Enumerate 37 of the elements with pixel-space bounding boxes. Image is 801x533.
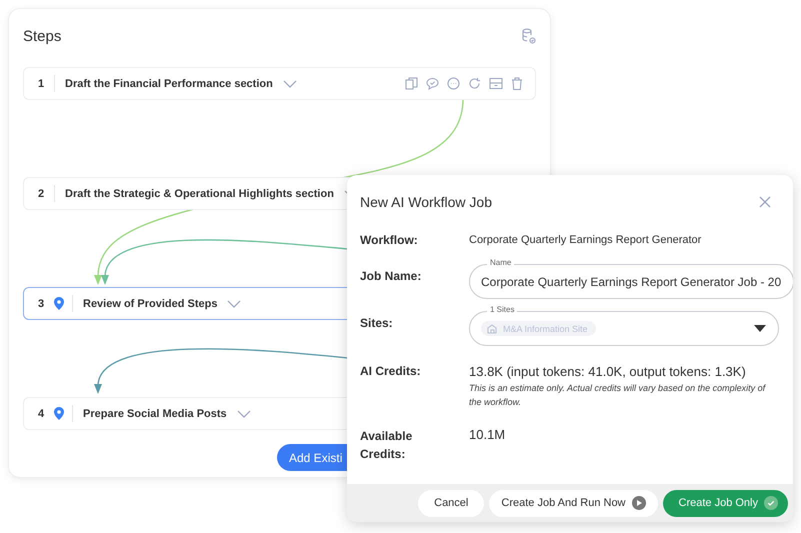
step-number: 4 xyxy=(38,408,46,420)
trash-icon[interactable] xyxy=(511,77,523,90)
step-title: Prepare Social Media Posts xyxy=(83,408,227,420)
chevron-icon[interactable] xyxy=(282,80,297,88)
step-title: Review of Provided Steps xyxy=(83,298,218,310)
more-icon[interactable] xyxy=(447,77,460,90)
play-icon xyxy=(632,496,646,510)
chevron-icon[interactable] xyxy=(227,300,242,308)
site-icon xyxy=(487,323,498,334)
workflow-value: Corporate Quarterly Earnings Report Generator xyxy=(469,234,702,246)
archive-icon[interactable] xyxy=(489,77,503,90)
field-label: Job Name: xyxy=(360,268,422,282)
check-icon xyxy=(764,496,778,510)
site-chip: M&A Information Site xyxy=(481,321,596,336)
comment-icon[interactable] xyxy=(426,77,439,90)
dialog-title: New AI Workflow Job xyxy=(360,194,492,210)
step-number: 2 xyxy=(38,188,46,200)
step-title: Draft the Financial Performance section xyxy=(65,78,273,90)
step-row[interactable]: 1 Draft the Financial Performance section xyxy=(23,67,536,100)
database-icon[interactable] xyxy=(520,28,536,44)
field-caption: Name xyxy=(487,258,514,268)
caret-icon[interactable] xyxy=(754,325,766,332)
run-button[interactable]: Create Job And Run Now xyxy=(489,490,658,516)
field-caption: 1 Sites xyxy=(487,305,518,315)
field-label: Workflow: xyxy=(360,233,419,247)
step-number: 1 xyxy=(38,78,46,90)
refresh-icon[interactable] xyxy=(468,77,481,90)
available-credits-value: 10.1M xyxy=(469,427,506,442)
step-number: 3 xyxy=(38,298,46,310)
step-title: Draft the Strategic & Operational Highlights section xyxy=(65,188,334,200)
field-label: AI Credits: xyxy=(360,364,422,378)
copy-icon[interactable] xyxy=(405,77,418,90)
close-icon[interactable] xyxy=(759,196,771,208)
credits-value: 13.8K (input tokens: 41.0K, output tokens: 1.3K) xyxy=(469,364,747,379)
chevron-icon[interactable] xyxy=(236,410,251,418)
panel-title: Steps xyxy=(23,28,62,44)
cancel-button[interactable]: Cancel xyxy=(418,490,484,516)
